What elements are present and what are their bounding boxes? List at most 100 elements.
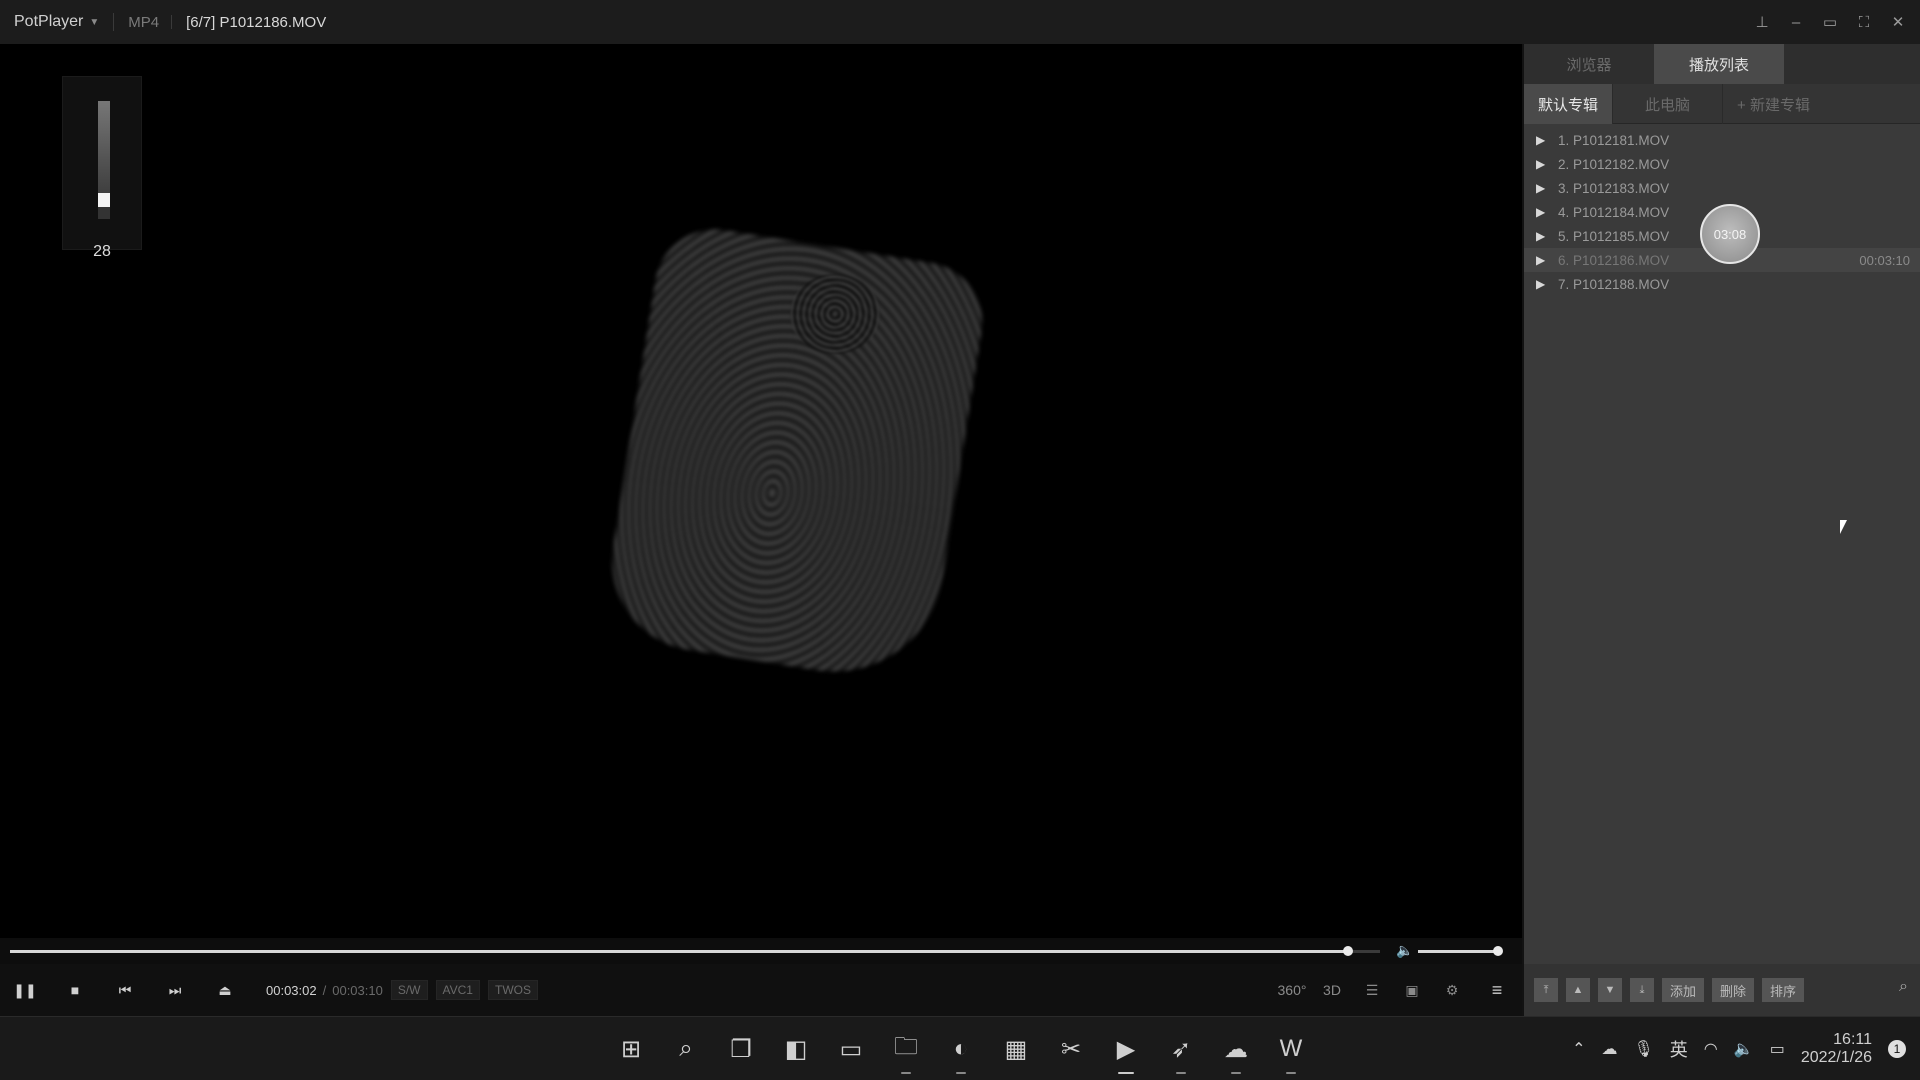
item-label: 5. P1012185.MOV: [1558, 228, 1670, 244]
item-label: 4. P1012184.MOV: [1558, 204, 1670, 220]
next-button[interactable]: ⏭: [150, 964, 200, 1016]
title-divider: [113, 13, 115, 31]
decoder-badge[interactable]: S/W: [390, 980, 428, 1000]
move-down-icon[interactable]: ▼: [1598, 978, 1622, 1002]
file-title: [6/7] P1012186.MOV: [186, 13, 327, 31]
running-indicator: [1286, 1072, 1296, 1074]
volume-icon[interactable]: 🔈: [1396, 942, 1413, 959]
potplayer-icon[interactable]: ▶: [1107, 1030, 1145, 1074]
move-bottom-icon[interactable]: ⤓: [1630, 978, 1654, 1002]
minimize-icon[interactable]: –: [1788, 14, 1804, 31]
item-label: 3. P1012183.MOV: [1558, 180, 1670, 196]
title-bar: PotPlayer ▼ MP4 [6/7] P1012186.MOV ⊥ – ▭…: [0, 0, 1920, 44]
pause-icon: ❚❚: [13, 981, 37, 998]
tab-default-album[interactable]: 默认专辑: [1524, 84, 1614, 124]
volume-handle[interactable]: [1492, 946, 1503, 956]
audio-codec-badge[interactable]: TWOS: [487, 980, 538, 1000]
stop-button[interactable]: ■: [50, 964, 100, 1016]
battery-icon[interactable]: ▭: [1770, 1039, 1785, 1059]
seek-handle[interactable]: [1343, 946, 1354, 956]
playlist-toolbar: ⤒ ▲ ▼ ⤓ 添加 删除 排序 ⌕: [1524, 964, 1920, 1016]
item-duration: 00:03:10: [1859, 252, 1910, 268]
app-name: PotPlayer: [14, 13, 84, 30]
settings-button[interactable]: ⚙: [1432, 964, 1472, 1016]
capture-icon: ▣: [1405, 981, 1419, 998]
360-button[interactable]: 360°: [1272, 964, 1312, 1016]
eject-button[interactable]: ⏏: [200, 964, 250, 1016]
feishu-icon[interactable]: ➶: [1162, 1030, 1200, 1074]
clock-time: 16:11: [1833, 1031, 1872, 1048]
video-area[interactable]: 28: [0, 44, 1522, 938]
ime-indicator[interactable]: 英: [1670, 1036, 1688, 1062]
video-codec-badge[interactable]: AVC1: [435, 980, 480, 1000]
total-time: 00:03:10: [332, 982, 383, 998]
list-item[interactable]: ▶ 2. P1012182.MOV: [1524, 152, 1920, 176]
list-item[interactable]: ▶ 3. P1012183.MOV: [1524, 176, 1920, 200]
pin-icon[interactable]: ⊥: [1754, 13, 1770, 31]
3d-button[interactable]: 3D: [1312, 964, 1352, 1016]
menu-button[interactable]: ≡: [1472, 964, 1522, 1016]
search-icon[interactable]: ⌕: [667, 1030, 705, 1068]
seek-row: 🔈: [0, 938, 1522, 964]
tab-playlist[interactable]: 播放列表: [1654, 44, 1784, 84]
play-icon: ▶: [1536, 205, 1546, 219]
snipping-icon[interactable]: ✂: [1052, 1030, 1090, 1068]
add-button[interactable]: 添加: [1662, 978, 1705, 1002]
start-icon[interactable]: ⊞: [612, 1030, 650, 1068]
item-label: 2. P1012182.MOV: [1558, 156, 1670, 172]
video-frame-content: [599, 220, 991, 688]
item-label: 6. P1012186.MOV: [1558, 252, 1670, 268]
list-search-icon: ☰: [1365, 981, 1379, 998]
pause-button[interactable]: ❚❚: [0, 964, 50, 1016]
playlist-panel: 浏览器 播放列表 默认专辑 此电脑 + 新建专辑 ▶ 1. P1012181.MO…: [1522, 44, 1920, 1016]
tab-browser[interactable]: 浏览器: [1524, 44, 1654, 84]
item-label: 7. P1012188.MOV: [1558, 276, 1670, 292]
new-album-button[interactable]: + 新建专辑: [1723, 84, 1824, 124]
app-menu-button[interactable]: PotPlayer ▼: [0, 0, 99, 44]
close-icon[interactable]: ✕: [1890, 13, 1906, 31]
restore-icon[interactable]: ▭: [1822, 13, 1838, 31]
seek-bar[interactable]: [10, 946, 1380, 956]
skip-next-icon: ⏭: [168, 981, 182, 998]
previous-button[interactable]: ⏮: [100, 964, 150, 1016]
chevron-up-icon[interactable]: ⌃: [1572, 1039, 1585, 1059]
window-controls: ⊥ – ▭ ⛶ ✕: [1754, 0, 1906, 44]
volume-slider[interactable]: [1418, 946, 1503, 956]
sort-button[interactable]: 排序: [1762, 978, 1805, 1002]
clock[interactable]: 16:11 2022/1/26: [1801, 1031, 1872, 1067]
skip-previous-icon: ⏮: [118, 981, 132, 998]
play-icon: ▶: [1536, 229, 1546, 243]
running-indicator: [1118, 1072, 1134, 1074]
notification-badge[interactable]: 1: [1888, 1040, 1906, 1058]
osd-volume-value: 28: [93, 243, 111, 260]
speaker-icon[interactable]: 🔈: [1734, 1039, 1754, 1059]
delete-button[interactable]: 删除: [1712, 978, 1755, 1002]
microphone-icon[interactable]: 🎙: [1633, 1039, 1653, 1059]
widgets-icon[interactable]: ◧: [777, 1030, 815, 1068]
move-top-icon[interactable]: ⤒: [1534, 978, 1558, 1002]
terminal-icon[interactable]: ▭: [832, 1030, 870, 1068]
play-icon: ▶: [1536, 181, 1546, 195]
list-item[interactable]: ▶ 1. P1012181.MOV: [1524, 128, 1920, 152]
list-item[interactable]: ▶ 7. P1012188.MOV: [1524, 272, 1920, 296]
capture-button[interactable]: ▣: [1392, 964, 1432, 1016]
running-indicator: [1231, 1072, 1241, 1074]
gear-icon: ⚙: [1445, 981, 1459, 998]
wifi-icon[interactable]: ◠: [1704, 1039, 1718, 1059]
move-up-icon[interactable]: ▲: [1566, 978, 1590, 1002]
title-divider: [171, 15, 173, 29]
search-icon[interactable]: ⌕: [1899, 978, 1908, 996]
tab-this-pc[interactable]: 此电脑: [1613, 84, 1724, 124]
playlist-search-button[interactable]: ☰: [1352, 964, 1392, 1016]
osd-volume-indicator: 28: [62, 76, 142, 260]
store-icon[interactable]: ▦: [997, 1030, 1035, 1068]
wechat-icon[interactable]: ☁: [1217, 1030, 1255, 1074]
cloud-icon[interactable]: ☁: [1601, 1039, 1617, 1059]
play-icon: ▶: [1536, 277, 1546, 291]
stop-icon: ■: [70, 982, 80, 998]
fullscreen-icon[interactable]: ⛶: [1856, 14, 1872, 31]
word-icon[interactable]: W: [1272, 1030, 1310, 1074]
edge-icon[interactable]: ◐: [942, 1030, 980, 1074]
file-explorer-icon[interactable]: 🗀: [887, 1030, 925, 1074]
task-view-icon[interactable]: ❐: [722, 1030, 760, 1068]
